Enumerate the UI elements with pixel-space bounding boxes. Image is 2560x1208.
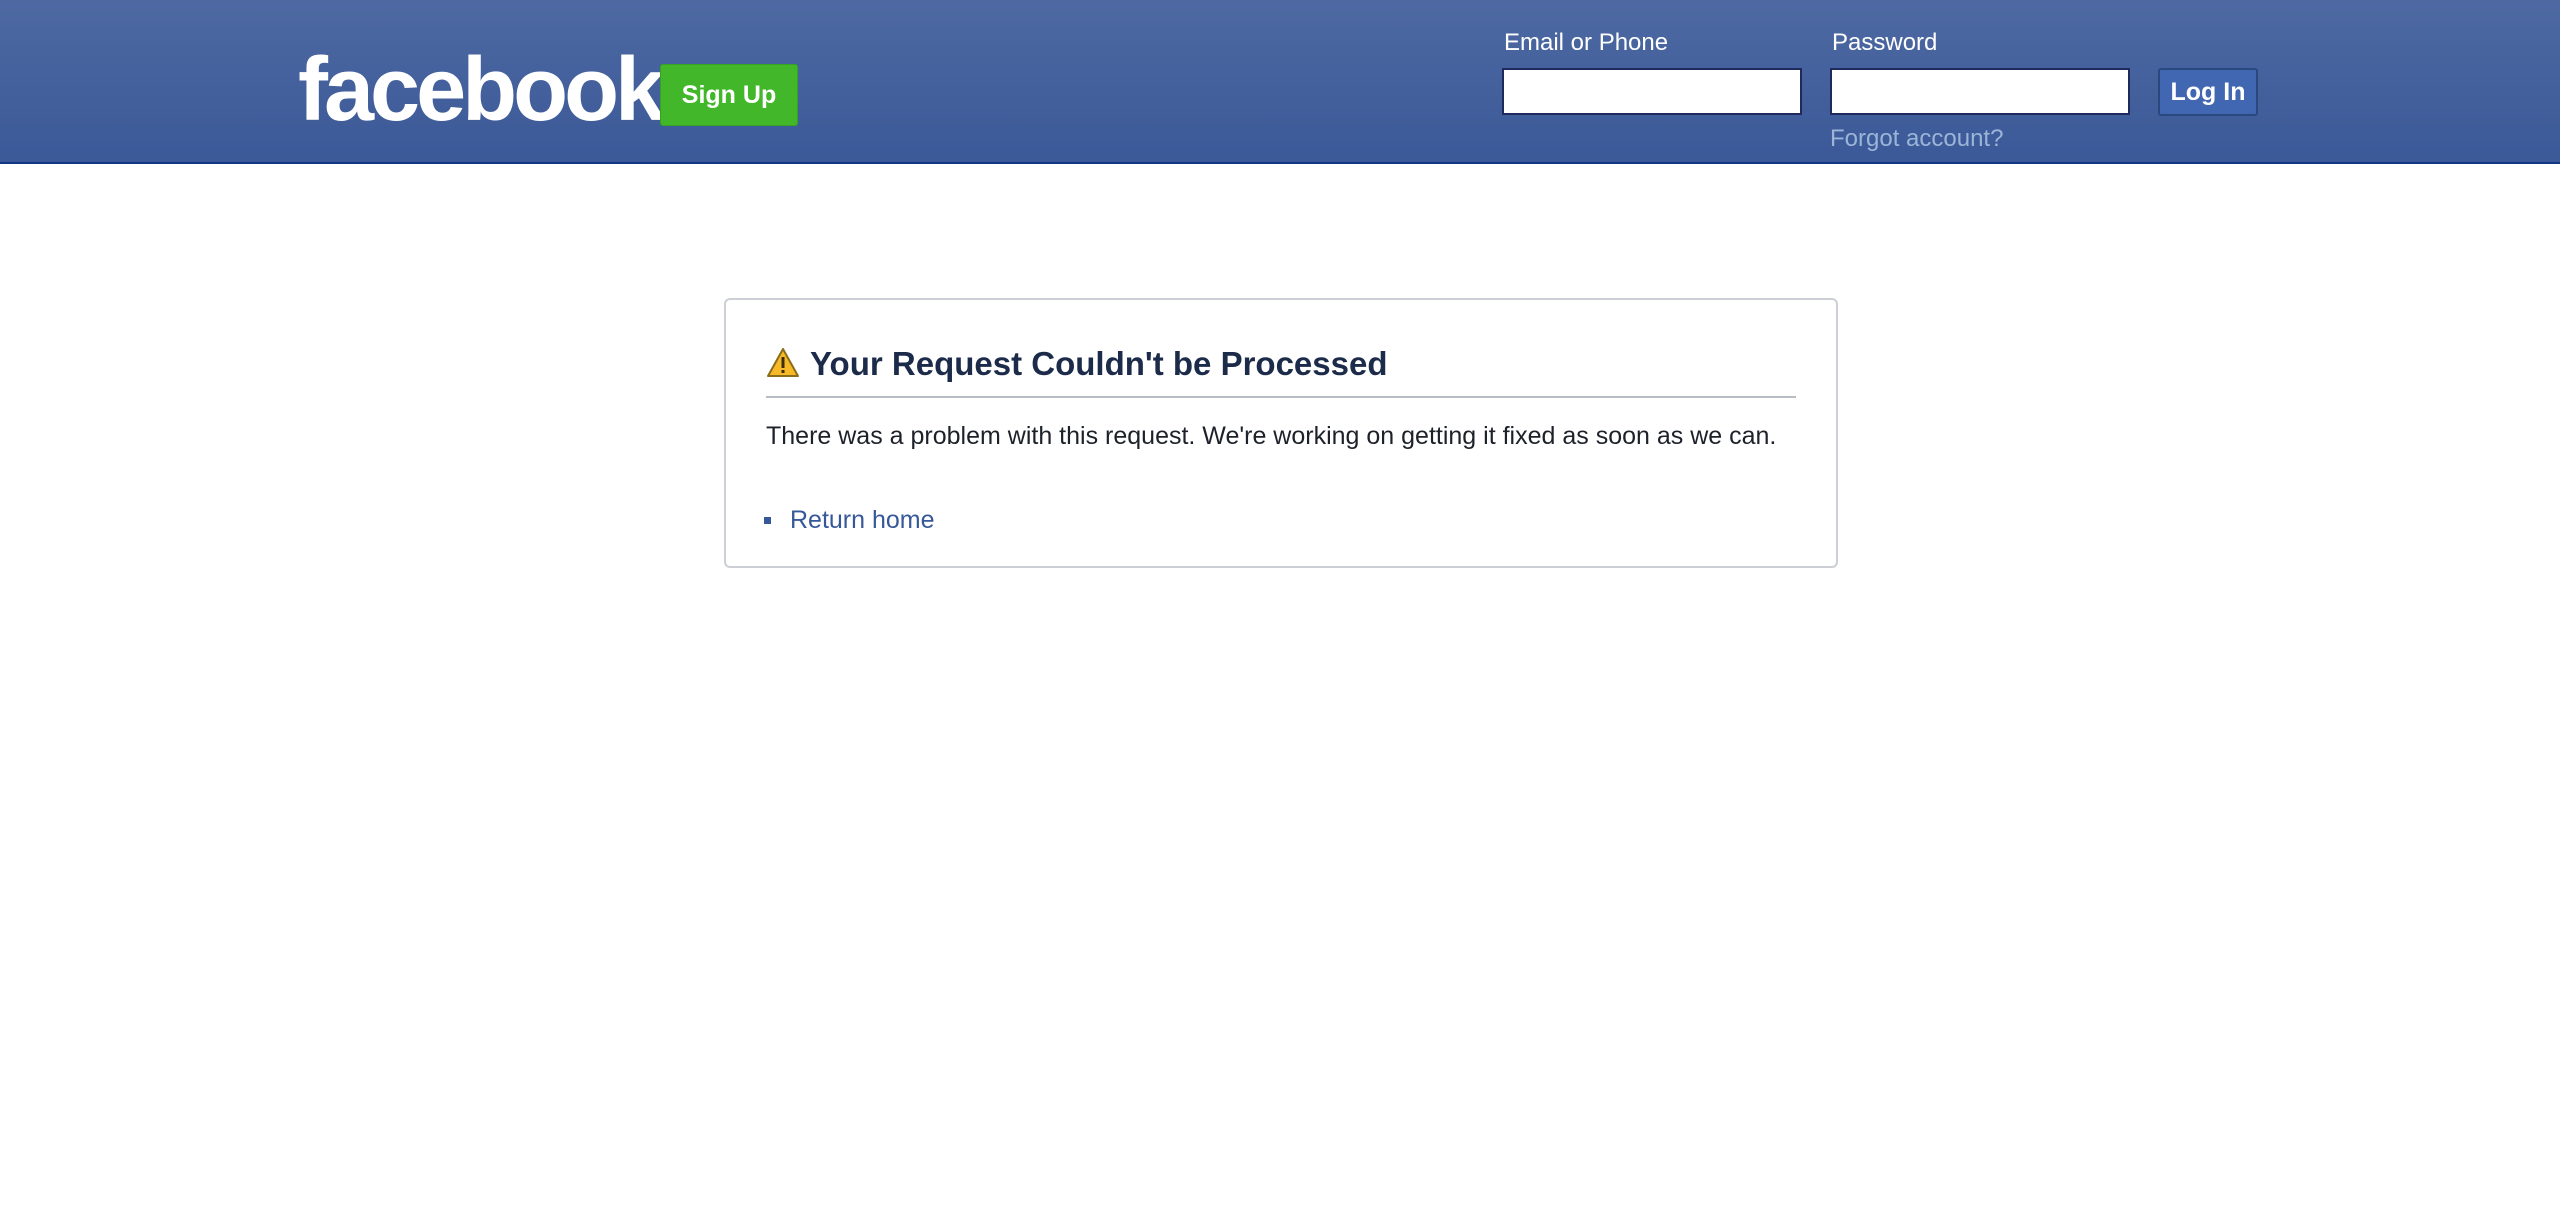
square-bullet-icon [764, 516, 771, 524]
error-title: Your Request Couldn't be Processed [810, 345, 1388, 382]
error-header: Your Request Couldn't be Processed [766, 344, 1796, 398]
email-label: Email or Phone [1504, 29, 1669, 56]
forgot-account-link[interactable]: Forgot account? [1830, 124, 2003, 154]
error-links-list: Return home [764, 504, 935, 536]
warning-icon [767, 348, 799, 377]
return-home-link[interactable]: Return home [790, 504, 935, 536]
list-item: Return home [764, 504, 935, 536]
sign-up-button[interactable]: Sign Up [660, 64, 798, 126]
error-message: There was a problem with this request. W… [766, 422, 1777, 450]
email-input[interactable] [1502, 68, 1802, 115]
log-in-button[interactable]: Log In [2158, 68, 2258, 116]
error-panel: Your Request Couldn't be Processed There… [724, 298, 1838, 568]
password-label: Password [1832, 29, 1938, 56]
facebook-logo[interactable]: facebook [298, 40, 665, 140]
top-navigation-bar: facebook Sign Up Email or Phone Password… [0, 0, 2560, 164]
password-input[interactable] [1830, 68, 2130, 115]
